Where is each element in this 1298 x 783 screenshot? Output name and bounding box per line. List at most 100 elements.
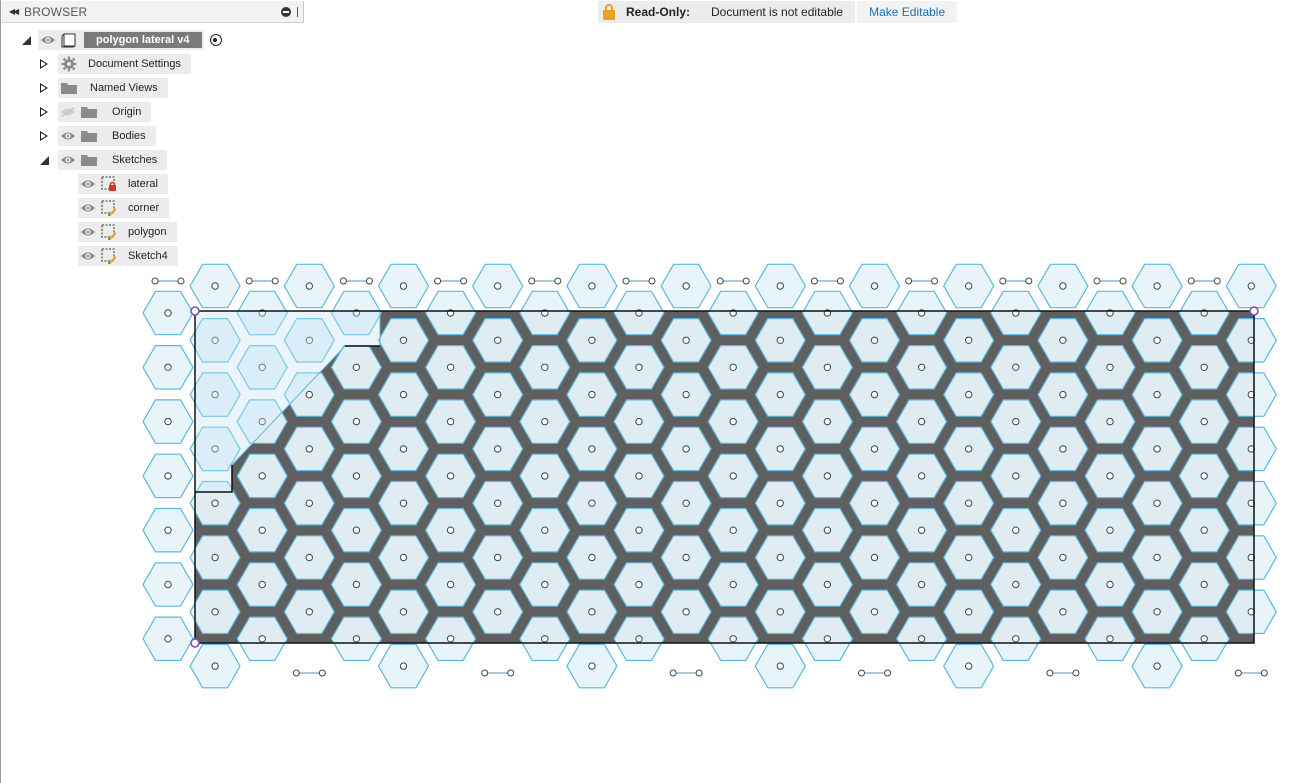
center-point bbox=[305, 282, 313, 290]
eye-hidden-icon[interactable] bbox=[58, 102, 78, 122]
link-point bbox=[810, 277, 818, 285]
link-point bbox=[669, 669, 677, 677]
center-point bbox=[1106, 417, 1114, 426]
expand-icon[interactable] bbox=[36, 56, 52, 72]
center-point bbox=[1153, 390, 1161, 399]
sketch-canvas[interactable] bbox=[0, 0, 1298, 783]
tree-item-origin[interactable]: Origin bbox=[36, 102, 152, 122]
tree-item-label: Document Settings bbox=[88, 58, 181, 70]
center-point bbox=[1106, 580, 1114, 589]
collapse-root-icon[interactable] bbox=[18, 32, 34, 48]
expand-icon[interactable] bbox=[36, 80, 52, 96]
sketch-item-corner[interactable]: corner bbox=[78, 198, 170, 218]
folder-icon bbox=[78, 102, 100, 122]
center-point bbox=[917, 417, 926, 426]
center-point bbox=[258, 635, 266, 643]
tree-item-named-views[interactable]: Named Views bbox=[36, 78, 168, 98]
link-point bbox=[151, 277, 159, 285]
center-point bbox=[870, 553, 879, 562]
center-point bbox=[635, 580, 643, 589]
eye-icon[interactable] bbox=[38, 30, 58, 50]
tree-item-sketches[interactable]: Sketches bbox=[36, 150, 168, 170]
center-point bbox=[352, 635, 361, 643]
center-point bbox=[682, 553, 690, 562]
center-point bbox=[870, 282, 879, 290]
tree-item-bodies[interactable]: Bodies bbox=[36, 126, 156, 146]
sketch-item-lateral[interactable]: lateral bbox=[78, 174, 168, 194]
eye-icon[interactable] bbox=[78, 246, 98, 266]
link-point bbox=[1213, 277, 1221, 285]
center-point bbox=[1247, 282, 1256, 290]
activate-target-icon[interactable] bbox=[209, 34, 222, 46]
center-point bbox=[399, 662, 408, 670]
link-point bbox=[905, 277, 913, 285]
link-point bbox=[999, 277, 1007, 285]
center-point bbox=[729, 635, 737, 643]
sketch-label: Sketch4 bbox=[128, 250, 168, 262]
expand-icon[interactable] bbox=[36, 104, 52, 120]
center-point bbox=[588, 608, 596, 616]
link-point bbox=[931, 277, 939, 285]
tree-item-document-settings[interactable]: Document Settings bbox=[36, 54, 191, 74]
center-point bbox=[399, 553, 408, 562]
center-point bbox=[588, 282, 596, 290]
center-point bbox=[823, 417, 832, 426]
center-point bbox=[776, 499, 784, 507]
center-point bbox=[682, 608, 690, 616]
center-point bbox=[776, 553, 784, 562]
link-point bbox=[528, 277, 536, 285]
center-point bbox=[870, 499, 879, 507]
corner-point bbox=[190, 638, 200, 648]
center-point bbox=[635, 635, 643, 643]
browser-header: ◀◀ BROWSER bbox=[2, 1, 304, 23]
center-point bbox=[1059, 445, 1067, 453]
make-editable-button[interactable]: Make Editable bbox=[855, 1, 958, 23]
sketch-label: polygon bbox=[128, 226, 167, 238]
center-point bbox=[965, 499, 973, 507]
center-point bbox=[635, 363, 643, 371]
folder-icon bbox=[78, 126, 100, 146]
minimize-icon[interactable] bbox=[281, 6, 291, 17]
sketch-item-sketch4[interactable]: Sketch4 bbox=[78, 246, 178, 266]
root-label: polygon lateral v4 bbox=[84, 32, 202, 48]
expand-icon[interactable] bbox=[36, 128, 52, 144]
eye-icon[interactable] bbox=[78, 222, 98, 242]
center-point bbox=[494, 282, 502, 290]
collapse-icon[interactable]: ◀◀ bbox=[2, 7, 24, 16]
center-point bbox=[352, 580, 361, 589]
center-point bbox=[823, 526, 832, 534]
link-point bbox=[460, 277, 468, 285]
center-point bbox=[682, 499, 690, 507]
center-point bbox=[1200, 635, 1208, 643]
center-point bbox=[823, 580, 832, 589]
root-node[interactable]: polygon lateral v4 bbox=[38, 30, 204, 50]
center-point bbox=[541, 363, 549, 371]
link-point bbox=[554, 277, 562, 285]
link-point bbox=[481, 669, 489, 677]
eye-icon[interactable] bbox=[58, 150, 78, 170]
center-point bbox=[446, 472, 455, 480]
link-point bbox=[622, 277, 630, 285]
center-point bbox=[494, 553, 502, 562]
tree-item-label: Sketches bbox=[112, 154, 158, 166]
center-point bbox=[965, 336, 973, 344]
collapse-icon[interactable] bbox=[36, 152, 52, 168]
eye-icon[interactable] bbox=[58, 126, 78, 146]
read-only-message: Document is not editable bbox=[711, 5, 844, 19]
sketch-edit-icon bbox=[98, 246, 120, 266]
node-box: Sketches bbox=[58, 150, 168, 170]
center-point bbox=[399, 336, 408, 344]
center-point bbox=[1059, 282, 1067, 290]
sketch-item-polygon[interactable]: polygon bbox=[78, 222, 177, 242]
center-point bbox=[164, 363, 172, 371]
eye-icon[interactable] bbox=[78, 198, 98, 218]
center-point bbox=[164, 417, 172, 426]
center-point bbox=[917, 363, 926, 371]
center-point bbox=[1200, 363, 1208, 371]
center-point bbox=[729, 526, 737, 534]
eye-icon[interactable] bbox=[78, 174, 98, 194]
center-point bbox=[446, 526, 455, 534]
pin-icon[interactable] bbox=[297, 6, 300, 17]
tree-root[interactable]: polygon lateral v4 bbox=[18, 30, 222, 50]
center-point bbox=[1012, 417, 1020, 426]
